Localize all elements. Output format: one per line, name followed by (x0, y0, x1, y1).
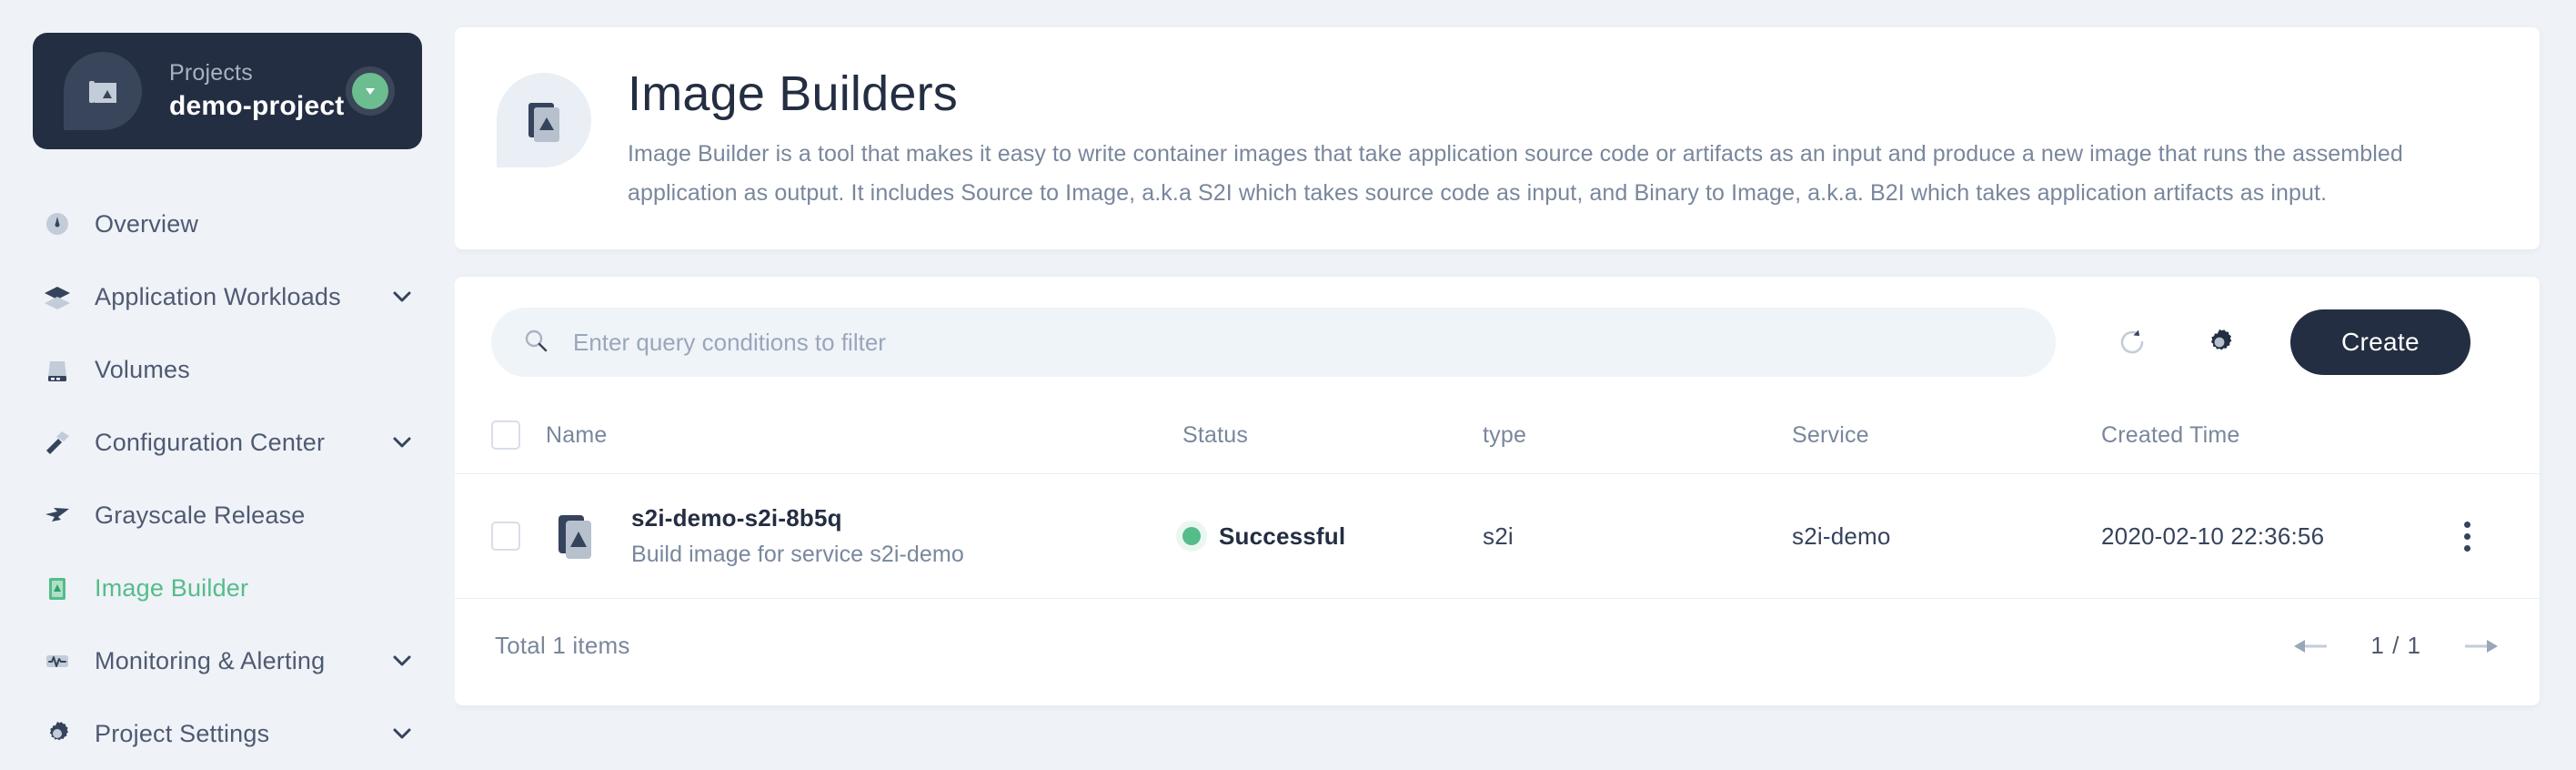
select-all-checkbox[interactable] (491, 420, 520, 450)
column-header-type[interactable]: type (1483, 404, 1792, 474)
kebab-dot (2463, 521, 2470, 528)
project-card-label: Projects (169, 60, 253, 86)
storage-icon (42, 354, 80, 385)
layers-icon (42, 281, 80, 312)
banner-body: Image Builders Image Builder is a tool t… (628, 66, 2498, 213)
row-name[interactable]: s2i-demo-s2i-8b5q (631, 502, 964, 534)
table-body: s2i-demo-s2i-8b5q Build image for servic… (455, 473, 2540, 599)
create-button[interactable]: Create (2290, 309, 2470, 375)
sidebar-item-label: Grayscale Release (95, 501, 306, 529)
hammer-icon (42, 427, 80, 458)
chevron-down-circle-inner (352, 73, 388, 109)
sidebar-item-application-workloads[interactable]: Application Workloads (0, 260, 455, 333)
total-items-label: Total 1 items (495, 632, 630, 659)
row-checkbox[interactable] (491, 522, 520, 551)
row-description: Build image for service s2i-demo (631, 542, 964, 567)
kebab-menu-icon[interactable] (2430, 521, 2540, 552)
sidebar-item-label: Volumes (95, 355, 190, 383)
arrow-left-icon[interactable] (2292, 635, 2330, 657)
project-card-name: demo-project (169, 91, 345, 121)
status-dot-icon (1182, 527, 1201, 545)
settings-gear-icon[interactable] (2176, 308, 2263, 377)
sidebar-item-label: Project Settings (95, 719, 270, 747)
search-icon (522, 327, 549, 359)
sidebar-item-label: Overview (95, 209, 199, 238)
image-builders-table-card: Create Name Status type Service Created … (455, 277, 2540, 705)
row-type: s2i (1483, 473, 1792, 599)
table-toolbar: Create (455, 277, 2540, 404)
project-texts: Projects demo-project (169, 57, 346, 125)
chevron-down-icon[interactable] (389, 285, 415, 309)
column-header-status[interactable]: Status (1182, 404, 1483, 474)
column-header-service[interactable]: Service (1792, 404, 2101, 474)
arrow-right-icon[interactable] (2461, 635, 2500, 657)
search-input[interactable] (573, 308, 2025, 377)
image-builders-table: Name Status type Service Created Time s2… (455, 404, 2540, 599)
kebab-dot (2463, 544, 2470, 552)
row-status-cell: Successful (1182, 473, 1483, 599)
blueprint-icon (64, 52, 142, 130)
main-content: Image Builders Image Builder is a tool t… (455, 0, 2576, 770)
status-label: Successful (1219, 522, 1346, 550)
sidebar-item-image-builder[interactable]: Image Builder (0, 552, 455, 624)
pagination: 1 / 1 (2292, 632, 2500, 660)
column-header-name[interactable]: Name (546, 404, 1182, 474)
sidebar: Projects demo-project Overview Applicati… (0, 0, 455, 770)
row-select-cell (455, 473, 546, 599)
chevron-down-icon[interactable] (389, 649, 415, 673)
column-header-actions (2430, 404, 2540, 474)
bird-icon (42, 500, 80, 531)
name-cell: s2i-demo-s2i-8b5q Build image for servic… (546, 502, 1182, 571)
table-footer: Total 1 items 1 / 1 (455, 599, 2540, 696)
dashboard-icon (42, 208, 80, 239)
page-description: Image Builder is a tool that makes it ea… (628, 141, 2403, 206)
kebab-dot (2463, 532, 2470, 540)
sidebar-item-label: Image Builder (95, 573, 249, 602)
sidebar-item-monitoring-alerting[interactable]: Monitoring & Alerting (0, 624, 455, 697)
sidebar-item-configuration-center[interactable]: Configuration Center (0, 406, 455, 479)
sidebar-item-overview[interactable]: Overview (0, 187, 455, 260)
row-name-cell: s2i-demo-s2i-8b5q Build image for servic… (546, 473, 1182, 599)
image-build-icon (497, 73, 591, 167)
image-build-icon (42, 572, 80, 603)
chevron-down-circle-icon[interactable] (346, 66, 395, 116)
page-banner: Image Builders Image Builder is a tool t… (455, 27, 2540, 249)
table-row[interactable]: s2i-demo-s2i-8b5q Build image for servic… (455, 473, 2540, 599)
page-indicator: 1 / 1 (2370, 632, 2421, 659)
row-actions-cell (2430, 473, 2540, 599)
chevron-down-icon[interactable] (389, 722, 415, 745)
sidebar-item-grayscale-release[interactable]: Grayscale Release (0, 479, 455, 552)
table-header-row: Name Status type Service Created Time (455, 404, 2540, 474)
column-header-created-time[interactable]: Created Time (2101, 404, 2430, 474)
row-service: s2i-demo (1792, 473, 2101, 599)
project-selector-card[interactable]: Projects demo-project (33, 33, 422, 149)
select-all-header (455, 404, 546, 474)
refresh-icon[interactable] (2088, 308, 2176, 377)
search-box[interactable] (491, 308, 2056, 377)
app-root: Projects demo-project Overview Applicati… (0, 0, 2576, 770)
sidebar-item-label: Configuration Center (95, 428, 326, 456)
status-badge: Successful (1182, 522, 1483, 551)
chevron-down-icon[interactable] (389, 431, 415, 454)
image-build-icon (546, 505, 608, 567)
pulse-icon (42, 645, 80, 676)
row-created-time: 2020-02-10 22:36:56 (2101, 473, 2430, 599)
gear-icon (42, 718, 80, 749)
name-texts: s2i-demo-s2i-8b5q Build image for servic… (631, 502, 964, 571)
table-head: Name Status type Service Created Time (455, 404, 2540, 474)
sidebar-nav: Overview Application Workloads Volumes C… (0, 187, 455, 770)
sidebar-item-label: Monitoring & Alerting (95, 646, 326, 674)
sidebar-item-project-settings[interactable]: Project Settings (0, 697, 455, 770)
sidebar-item-volumes[interactable]: Volumes (0, 333, 455, 406)
page-title: Image Builders (628, 66, 958, 121)
sidebar-item-label: Application Workloads (95, 282, 341, 310)
